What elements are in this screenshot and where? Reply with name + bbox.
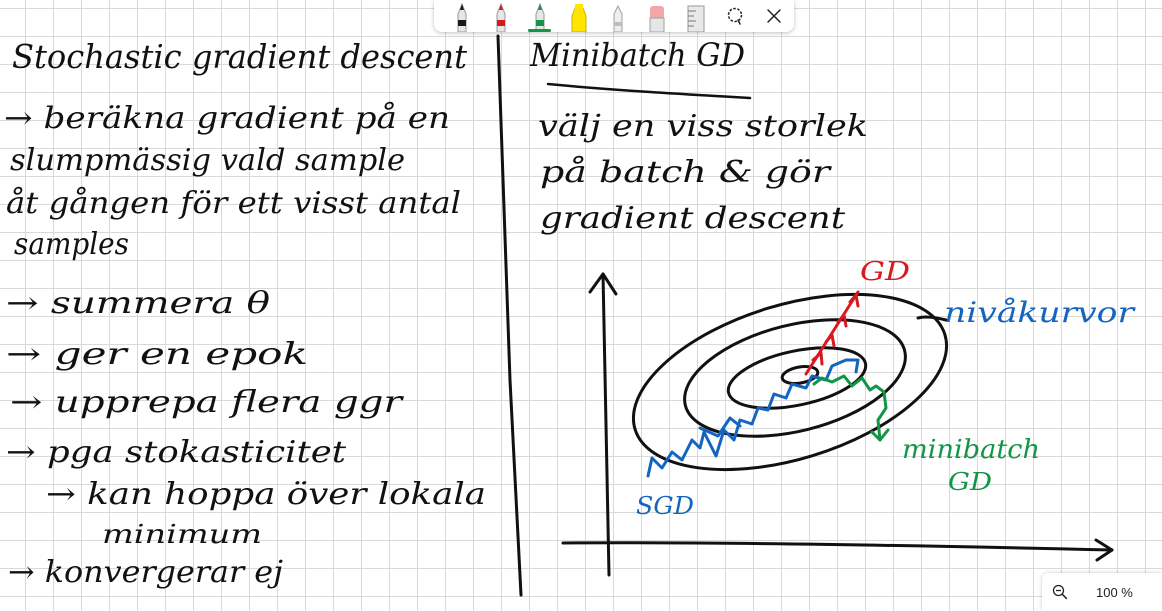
left-note-line-3: åt gången för ett visst antal (6, 186, 461, 221)
green-pen-icon (535, 2, 545, 32)
lasso-button[interactable] (716, 0, 755, 32)
red-pen-icon (496, 2, 506, 32)
left-note-line-9: → kan hoppa över lokala (46, 477, 486, 512)
black-pen-tool[interactable] (442, 0, 481, 32)
left-note-line-7: → upprepa flera ggr (10, 385, 404, 420)
level-curve-pointer (916, 315, 948, 322)
minibatch-path (812, 374, 890, 442)
red-pen-tool[interactable] (481, 0, 520, 32)
diagram-y-axis (601, 272, 611, 577)
right-note-line-3: gradient descent (540, 201, 846, 236)
minibatch-gd-label: GD (948, 468, 992, 496)
green-pen-tool[interactable] (520, 0, 559, 32)
level-curve-inner (726, 346, 868, 410)
sgd-path (646, 358, 860, 478)
right-title-underline (546, 82, 752, 100)
level-curves (631, 292, 949, 472)
ruler-tool[interactable] (677, 0, 716, 32)
left-note-line-5: → summera θ (6, 286, 270, 321)
left-note-line-10: minimum (102, 520, 262, 550)
left-title: Stochastic gradient descent (12, 37, 468, 76)
sgd-label: SGD (636, 492, 694, 520)
zoom-out-icon (1052, 584, 1068, 600)
left-note-line-2: slumpmässig vald sample (10, 143, 405, 178)
right-note-line-2: på batch & gör (540, 155, 832, 190)
left-note-line-4: samples (14, 227, 129, 262)
close-icon (767, 9, 782, 23)
highlighter-tool[interactable] (559, 0, 598, 32)
zoom-out-button[interactable] (1042, 573, 1078, 611)
eraser-tool[interactable] (638, 0, 677, 32)
left-note-line-8: → pgа stokasticitet (6, 435, 347, 470)
zoom-control: 100 % (1042, 573, 1162, 611)
right-title: Minibatch GD (529, 36, 745, 74)
pencil-icon (613, 4, 623, 32)
zoom-level-text[interactable]: 100 % (1096, 585, 1133, 600)
gd-path (804, 290, 860, 376)
black-pen-icon (457, 2, 467, 32)
diagram-x-axis (561, 541, 1114, 552)
ink-layer: Stochastic gradient descent → beräkna gr… (4, 34, 1136, 597)
level-curves-label: nivåkurvor (944, 296, 1136, 329)
left-note-line-6: → ger en epok (6, 337, 308, 372)
pencil-tool[interactable] (598, 0, 637, 32)
page-divider-line (496, 34, 523, 597)
left-note-line-1: → beräkna gradient på en (4, 101, 450, 136)
highlighter-icon (571, 4, 587, 32)
minibatch-label: minibatch (902, 435, 1040, 465)
close-toolbar-button[interactable] (755, 0, 794, 32)
eraser-icon (649, 6, 665, 32)
lasso-icon (728, 7, 743, 25)
right-note-line-1: välj en viss storlek (538, 109, 868, 144)
gd-label: GD (860, 257, 910, 287)
left-note-line-11: → konvergerar ej (8, 555, 283, 590)
ruler-icon (687, 5, 705, 32)
pen-toolbar (434, 0, 794, 32)
